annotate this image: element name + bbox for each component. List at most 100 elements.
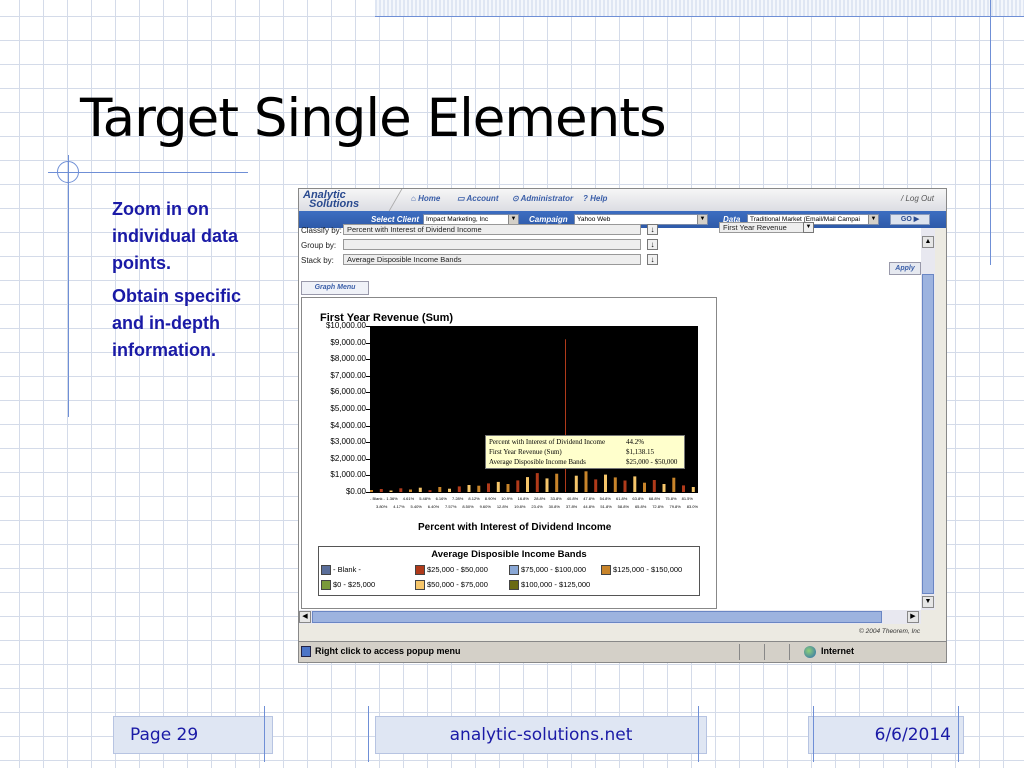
hscroll-thumb[interactable]	[312, 611, 882, 623]
x-tick-label: 23.4%	[531, 504, 543, 509]
x-tick-label: 8.12%	[468, 496, 480, 501]
chart-bar[interactable]	[526, 477, 529, 492]
chart-bar[interactable]	[467, 485, 471, 492]
campaign-select-value: Yahoo Web	[577, 216, 611, 223]
campaign-label: Campaign	[529, 215, 568, 224]
bullet-item: Obtain specific and in-depth information…	[112, 286, 242, 360]
chevron-down-icon: ▼	[508, 215, 518, 224]
chart-bar[interactable]	[535, 473, 539, 492]
legend-label: $50,000 - $75,000	[427, 580, 488, 589]
x-tick-label: 6.16%	[435, 496, 447, 501]
chart-bar[interactable]	[574, 475, 578, 492]
chart-bar[interactable]	[613, 477, 617, 492]
status-divider	[739, 644, 740, 660]
go-button-label: GO	[900, 216, 912, 223]
measure-field[interactable]: First Year Revenue	[719, 222, 811, 233]
nav-help[interactable]: ? Help	[583, 194, 607, 203]
nav-logout[interactable]: / Log Out	[901, 194, 934, 203]
y-tick-label: $6,000.00	[330, 387, 366, 397]
nav-help-label: Help	[590, 194, 608, 203]
x-axis-title: Percent with Interest of Dividend Income	[418, 522, 612, 533]
nav-home[interactable]: ⌂ Home	[411, 194, 440, 203]
footer-page-number: Page 29	[113, 716, 273, 754]
chart-bar[interactable]	[633, 476, 637, 492]
vertical-scrollbar[interactable]: ▲ ▼	[921, 228, 935, 610]
horizontal-scrollbar[interactable]: ◀ ▶	[299, 610, 921, 624]
footer-rule	[368, 706, 369, 762]
security-zone: Internet	[821, 646, 855, 656]
legend-item: $75,000 - $100,000	[509, 565, 586, 576]
scroll-left-button[interactable]: ◀	[299, 611, 311, 623]
status-divider	[764, 644, 765, 660]
x-tick-label: 9.60%	[479, 504, 491, 509]
x-tick-label: 72.8%	[652, 504, 664, 509]
stack-by-value: Average Disposible Income Bands	[347, 255, 462, 264]
bullet-item: Zoom in on individual data points.	[112, 199, 239, 273]
graph-panel: First Year Revenue (Sum) $10,000.00 $9,00…	[301, 297, 717, 609]
group-by-field[interactable]	[343, 239, 641, 250]
chart-bar[interactable]	[555, 473, 559, 492]
x-tick-label: 61.8%	[616, 496, 628, 501]
y-tick-label: $4,000.00	[330, 420, 366, 430]
x-axis-line	[370, 492, 698, 493]
chart-bar[interactable]	[506, 484, 510, 492]
nav-administrator[interactable]: ⊙ Administrator	[512, 194, 573, 203]
measure-value: First Year Revenue	[723, 223, 787, 232]
x-tick-label: 54.8%	[599, 496, 611, 501]
data-point-tooltip: Percent with Interest of Dividend Income…	[485, 435, 685, 469]
client-select-value: Impact Marketing, Inc	[426, 216, 489, 223]
x-tick-label: 4.61%	[402, 496, 415, 501]
apply-button[interactable]: Apply	[889, 262, 921, 275]
chart-bar[interactable]	[496, 481, 500, 492]
group-by-dropdown-button[interactable]: ↓	[647, 239, 658, 250]
stack-by-field[interactable]: Average Disposible Income Bands	[343, 254, 641, 265]
scroll-thumb[interactable]	[922, 274, 934, 594]
stack-by-dropdown-button[interactable]: ↓	[647, 254, 658, 265]
tooltip-label: Percent with Interest of Dividend Income	[489, 438, 606, 446]
app-header: Analytic Solutions ⌂ Home ▭ Account ⊙ Ad…	[299, 189, 946, 211]
measure-dropdown-button[interactable]: ▼	[803, 222, 814, 233]
legend-swatch	[321, 565, 331, 576]
x-tick-label: 65.8%	[634, 504, 647, 509]
logo-line-2: Solutions	[309, 198, 360, 210]
nav-logout-label: Log Out	[905, 194, 934, 203]
graph-menu-tab[interactable]: Graph Menu	[301, 281, 369, 295]
x-tick-label: 7.57%	[445, 504, 457, 509]
chart-bar[interactable]	[662, 484, 666, 492]
x-tick-label: 37.8%	[565, 504, 578, 509]
classify-value: Percent with Interest of Dividend Income	[347, 225, 482, 234]
x-tick-label: 3.80%	[376, 504, 388, 509]
plot-area[interactable]: Percent with Interest of Dividend Income…	[370, 326, 698, 492]
right-vertical-rule	[990, 0, 991, 265]
rule-circle-ornament	[57, 161, 79, 183]
classify-field[interactable]: Percent with Interest of Dividend Income	[343, 224, 641, 235]
globe-icon	[804, 646, 816, 658]
nav-account[interactable]: ▭ Account	[457, 194, 498, 203]
bullet-list: Zoom in on individual data points. Obtai…	[112, 196, 272, 370]
scroll-up-button[interactable]: ▲	[922, 236, 934, 248]
chart-bar[interactable]	[584, 471, 588, 492]
scroll-right-button[interactable]: ▶	[907, 611, 919, 623]
chart-bar[interactable]	[516, 480, 520, 492]
chart-bar[interactable]	[682, 485, 685, 492]
go-button[interactable]: GO ▶	[890, 214, 930, 225]
chart-bar[interactable]	[652, 480, 656, 492]
tooltip-label: Average Disposible Income Bands	[489, 458, 586, 466]
x-tick-label: 63.8%	[632, 496, 644, 501]
chart-bar[interactable]	[604, 474, 607, 492]
chart-bar[interactable]	[487, 483, 490, 492]
chart-bar[interactable]	[643, 482, 646, 492]
chart-bar[interactable]	[594, 479, 598, 492]
legend-item: $125,000 - $150,000	[601, 565, 682, 576]
legend-label: - Blank -	[333, 565, 361, 574]
scroll-down-button[interactable]: ▼	[922, 596, 934, 608]
x-tick-label: 58.8%	[617, 504, 630, 509]
legend-label: $0 - $25,000	[333, 580, 376, 589]
classify-dropdown-button[interactable]: ↓	[647, 224, 658, 235]
chart-bar[interactable]	[565, 339, 566, 492]
chart-bar[interactable]	[672, 477, 676, 492]
x-tick-label: 79.8%	[669, 504, 681, 509]
chart-bar[interactable]	[623, 480, 627, 493]
chart-bar[interactable]	[545, 478, 549, 492]
x-tick-label: 4.17%	[393, 504, 405, 509]
